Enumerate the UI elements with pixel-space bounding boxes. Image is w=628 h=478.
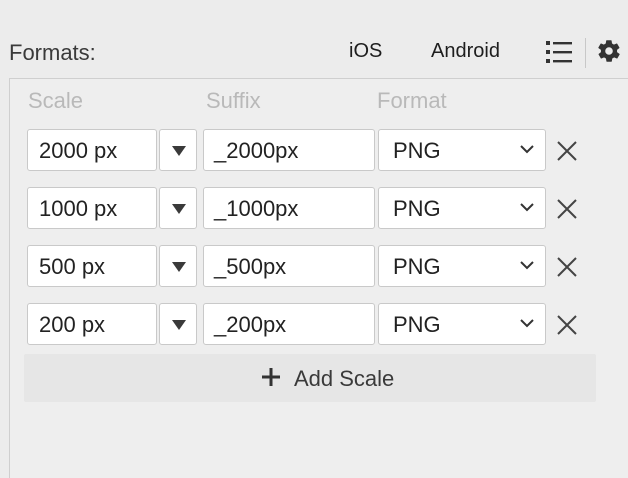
remove-scale-button[interactable]	[554, 254, 580, 280]
gear-icon[interactable]	[596, 38, 622, 64]
format-row: 2000 px _2000px PNG	[0, 129, 628, 173]
scale-input[interactable]: 200 px	[27, 303, 157, 345]
formats-title: Formats:	[9, 40, 96, 65]
format-select[interactable]: PNG	[378, 187, 546, 229]
scale-input[interactable]: 2000 px	[27, 129, 157, 171]
format-row: 1000 px _1000px PNG	[0, 187, 628, 231]
scale-dropdown-button[interactable]	[159, 245, 197, 287]
list-icon[interactable]	[546, 40, 572, 64]
chevron-down-icon	[520, 203, 534, 212]
column-header-suffix: Suffix	[206, 88, 261, 113]
remove-scale-button[interactable]	[554, 138, 580, 164]
column-header-scale: Scale	[28, 88, 84, 113]
format-select-value: PNG	[393, 196, 441, 221]
ios-preset-button[interactable]: iOS	[349, 40, 382, 63]
chevron-down-icon	[520, 145, 534, 154]
remove-scale-button[interactable]	[554, 196, 580, 222]
suffix-input[interactable]: _2000px	[203, 129, 375, 171]
format-select-value: PNG	[393, 254, 441, 279]
format-select[interactable]: PNG	[378, 303, 546, 345]
plus-icon	[262, 368, 280, 386]
add-scale-button[interactable]: Add Scale	[24, 354, 596, 402]
scale-dropdown-button[interactable]	[159, 303, 197, 345]
scale-input[interactable]: 1000 px	[27, 187, 157, 229]
format-select-value: PNG	[393, 312, 441, 337]
remove-scale-button[interactable]	[554, 312, 580, 338]
triangle-down-icon	[172, 262, 186, 272]
suffix-input[interactable]: _500px	[203, 245, 375, 287]
suffix-input[interactable]: _1000px	[203, 187, 375, 229]
triangle-down-icon	[172, 320, 186, 330]
triangle-down-icon	[172, 204, 186, 214]
scale-dropdown-button[interactable]	[159, 129, 197, 171]
chevron-down-icon	[520, 319, 534, 328]
format-select-value: PNG	[393, 138, 441, 163]
format-select[interactable]: PNG	[378, 129, 546, 171]
format-row: 200 px _200px PNG	[0, 303, 628, 347]
add-scale-label: Add Scale	[294, 366, 395, 391]
scale-dropdown-button[interactable]	[159, 187, 197, 229]
suffix-input[interactable]: _200px	[203, 303, 375, 345]
column-header-format: Format	[377, 88, 447, 113]
android-preset-button[interactable]: Android	[431, 40, 500, 63]
chevron-down-icon	[520, 261, 534, 270]
triangle-down-icon	[172, 146, 186, 156]
format-select[interactable]: PNG	[378, 245, 546, 287]
formats-header: Formats: iOS Android	[0, 0, 628, 80]
header-divider	[585, 38, 586, 68]
format-row: 500 px _500px PNG	[0, 245, 628, 289]
scale-input[interactable]: 500 px	[27, 245, 157, 287]
